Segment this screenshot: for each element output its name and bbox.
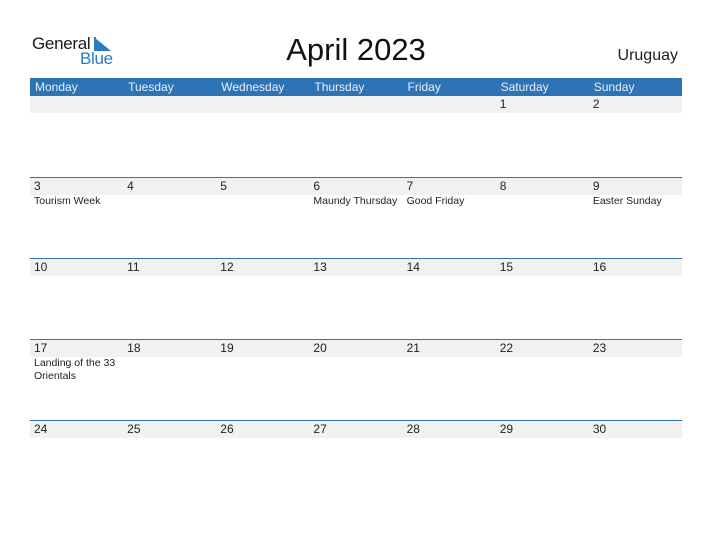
day-cell: 10 bbox=[30, 259, 123, 340]
weekday-monday: Monday bbox=[35, 80, 78, 94]
day-number: 4 bbox=[127, 179, 134, 193]
day-number: 25 bbox=[127, 422, 141, 436]
weekday-friday: Friday bbox=[407, 80, 441, 94]
day-number: 13 bbox=[313, 260, 327, 274]
day-number: 6 bbox=[313, 179, 321, 193]
day-number: 10 bbox=[34, 260, 48, 274]
day-cell: 11 bbox=[123, 259, 216, 340]
day-number: 17 bbox=[34, 341, 48, 355]
day-cell: 18 bbox=[123, 340, 216, 421]
day-cell bbox=[403, 96, 496, 177]
day-cell bbox=[309, 96, 402, 177]
day-number: 12 bbox=[220, 260, 234, 274]
day-cell: 25 bbox=[123, 421, 216, 502]
day-number: 16 bbox=[592, 260, 607, 274]
day-number bbox=[313, 96, 402, 113]
day-number bbox=[407, 96, 496, 113]
day-number: 15 bbox=[499, 260, 514, 274]
week-row: 10 11 12 13 14 15 16 bbox=[30, 258, 682, 340]
day-cell: 26 bbox=[216, 421, 309, 502]
day-cell: 4 bbox=[123, 178, 216, 259]
day-cell: 13 bbox=[309, 259, 402, 340]
day-cell: 7 Good Friday bbox=[403, 178, 496, 259]
country-label: Uruguay bbox=[617, 47, 678, 64]
day-cell: 28 bbox=[403, 421, 496, 502]
day-number: 24 bbox=[34, 422, 48, 436]
day-cell: 9 Easter Sunday bbox=[589, 178, 682, 259]
day-number: 19 bbox=[220, 341, 234, 355]
week-row: 17 Landing of the 33 Orientals 18 19 20 21 22 2… bbox=[30, 339, 682, 421]
day-number: 1 bbox=[499, 97, 507, 111]
day-number: 28 bbox=[406, 422, 420, 436]
day-cell: 22 bbox=[496, 340, 589, 421]
day-number: 2 bbox=[592, 97, 600, 111]
day-number: 27 bbox=[313, 422, 327, 436]
day-number: 23 bbox=[592, 341, 607, 355]
weekday-wednesday: Wednesday bbox=[221, 80, 285, 94]
day-cell bbox=[30, 96, 123, 177]
day-number: 8 bbox=[499, 179, 507, 193]
day-cell: 24 bbox=[30, 421, 123, 502]
day-cell: 15 bbox=[496, 259, 589, 340]
day-cell: 20 bbox=[309, 340, 402, 421]
day-number bbox=[220, 96, 309, 113]
holiday-label: Good Friday bbox=[406, 195, 465, 207]
weekday-tuesday: Tuesday bbox=[128, 80, 174, 94]
calendar-grid: Monday Tuesday Wednesday Thursday Friday… bbox=[30, 78, 682, 438]
day-number: 9 bbox=[592, 179, 600, 193]
day-number: 14 bbox=[406, 260, 420, 274]
day-number bbox=[127, 96, 216, 113]
day-number: 21 bbox=[406, 341, 420, 355]
day-number: 26 bbox=[220, 422, 234, 436]
day-number: 29 bbox=[499, 422, 514, 436]
day-cell: 8 bbox=[496, 178, 589, 259]
day-number: 30 bbox=[592, 422, 607, 436]
day-cell: 27 bbox=[309, 421, 402, 502]
week-row: 3 Tourism Week 4 5 6 Maundy Thursday 7 Good Fri… bbox=[30, 177, 682, 259]
day-cell: 21 bbox=[403, 340, 496, 421]
day-cell: 29 bbox=[496, 421, 589, 502]
holiday-label: Tourism Week bbox=[34, 195, 101, 207]
day-cell: 14 bbox=[403, 259, 496, 340]
week-row: 24 25 26 27 28 29 30 bbox=[30, 420, 682, 502]
calendar-title: April 2023 bbox=[286, 32, 426, 67]
day-cell: 23 bbox=[589, 340, 682, 421]
day-number bbox=[34, 96, 123, 113]
day-cell: 1 bbox=[496, 96, 589, 177]
day-cell bbox=[216, 96, 309, 177]
day-cell: 6 Maundy Thursday bbox=[309, 178, 402, 259]
day-cell: 12 bbox=[216, 259, 309, 340]
day-cell: 17 Landing of the 33 Orientals bbox=[30, 340, 123, 421]
holiday-label: Landing of the 33 Orientals bbox=[34, 357, 116, 382]
weekday-thursday: Thursday bbox=[314, 80, 365, 94]
day-cell: 5 bbox=[216, 178, 309, 259]
holiday-label: Maundy Thursday bbox=[313, 195, 398, 207]
weekday-header: Monday Tuesday Wednesday Thursday Friday… bbox=[30, 78, 682, 96]
day-number: 11 bbox=[127, 260, 140, 274]
day-number: 7 bbox=[406, 179, 414, 193]
day-cell: 19 bbox=[216, 340, 309, 421]
day-cell bbox=[123, 96, 216, 177]
day-cell: 3 Tourism Week bbox=[30, 178, 123, 259]
holiday-label: Easter Sunday bbox=[592, 195, 662, 207]
week-row: 12 bbox=[30, 96, 682, 177]
day-cell: 16 bbox=[589, 259, 682, 340]
day-cell: 30 bbox=[589, 421, 682, 502]
day-number: 18 bbox=[127, 341, 141, 355]
weekday-saturday: Saturday bbox=[500, 80, 549, 94]
day-number: 22 bbox=[499, 341, 514, 355]
day-cell: 2 bbox=[589, 96, 682, 177]
weekday-sunday: Sunday bbox=[593, 80, 635, 94]
day-number: 3 bbox=[34, 179, 41, 193]
day-number: 5 bbox=[220, 179, 227, 193]
day-number: 20 bbox=[313, 341, 327, 355]
